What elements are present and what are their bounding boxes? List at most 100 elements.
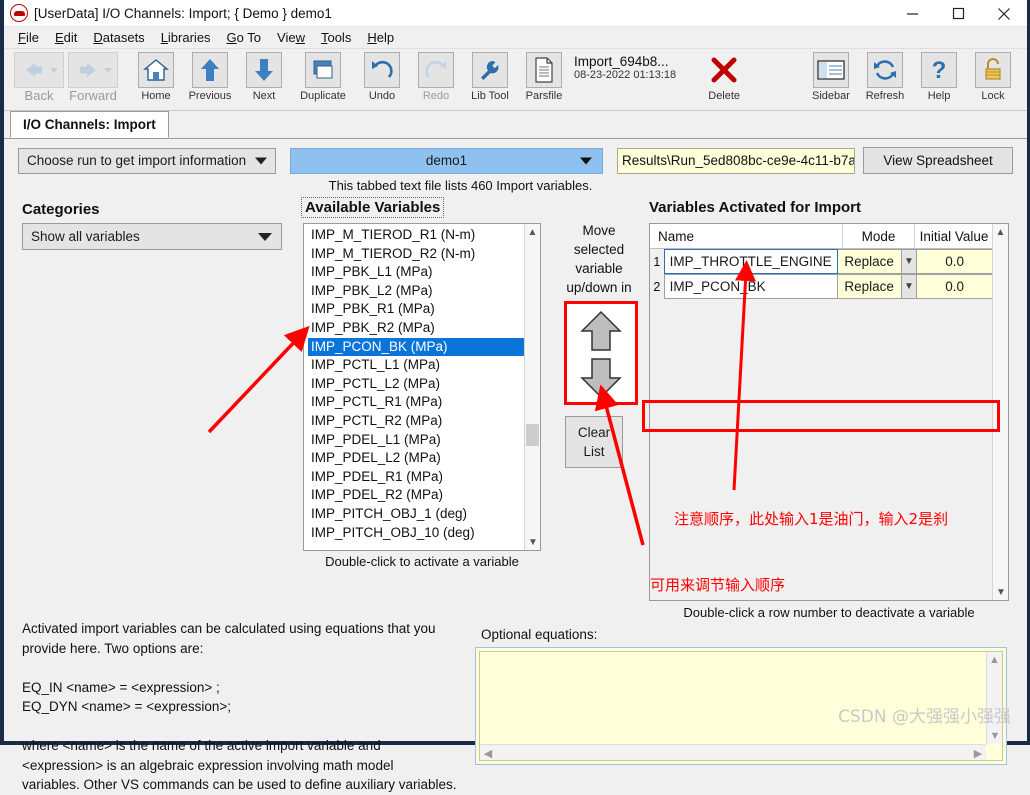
lock-button[interactable]: Lock bbox=[967, 52, 1019, 102]
list-item[interactable]: IMP_PCTL_R1 (MPa) bbox=[308, 393, 540, 412]
undo-label: Undo bbox=[368, 90, 396, 102]
duplicate-label: Duplicate bbox=[300, 90, 346, 102]
list-item[interactable]: IMP_PBK_L1 (MPa) bbox=[308, 263, 540, 282]
application-window: [UserData] I/O Channels: Import; { Demo … bbox=[0, 0, 1030, 792]
list-item[interactable]: IMP_PBK_L2 (MPa) bbox=[308, 282, 540, 301]
cell-name[interactable]: IMP_THROTTLE_ENGINE bbox=[663, 249, 838, 274]
cell-mode[interactable]: Replace bbox=[837, 249, 902, 274]
menu-datasets[interactable]: Datasets bbox=[85, 28, 152, 47]
undo-button[interactable]: Undo bbox=[356, 52, 408, 102]
chevron-down-icon[interactable]: ▼ bbox=[901, 274, 918, 299]
menu-view[interactable]: View bbox=[269, 28, 313, 47]
svg-text:?: ? bbox=[932, 57, 947, 83]
menu-tools[interactable]: Tools bbox=[313, 28, 359, 47]
lock-label: Lock bbox=[981, 90, 1005, 102]
list-item[interactable]: IMP_PDEL_R2 (MPa) bbox=[308, 486, 540, 505]
scroll-down-icon[interactable]: ▼ bbox=[993, 584, 1008, 600]
redo-icon bbox=[418, 52, 454, 88]
menu-file[interactable]: File bbox=[10, 28, 47, 47]
menu-go-to[interactable]: Go To bbox=[219, 28, 269, 47]
menu-bar: File Edit Datasets Libraries Go To View … bbox=[4, 27, 1027, 49]
cell-name[interactable]: IMP_PCON_BK bbox=[663, 274, 838, 299]
menu-help[interactable]: Help bbox=[359, 28, 402, 47]
scrollbar-thumb[interactable] bbox=[526, 424, 539, 446]
back-label: Back bbox=[24, 88, 54, 103]
clear-list-button[interactable]: Clear List bbox=[565, 416, 623, 468]
available-list-scrollbar[interactable]: ▲ ▼ bbox=[524, 224, 540, 550]
redo-button[interactable]: Redo bbox=[410, 52, 462, 102]
table-body: Name Mode Initial Value 1 IMP_THROTTLE_EN… bbox=[650, 224, 993, 299]
delete-button[interactable]: Delete bbox=[698, 52, 750, 102]
sidebar-button[interactable]: Sidebar bbox=[805, 52, 857, 102]
clear-list-label-line2: List bbox=[583, 444, 605, 459]
scroll-up-icon[interactable]: ▲ bbox=[993, 224, 1008, 240]
tab-label: I/O Channels: Import bbox=[23, 117, 156, 132]
forward-button[interactable]: Forward bbox=[66, 52, 120, 103]
table-row[interactable]: 2 IMP_PCON_BK Replace ▼ 0.0 bbox=[650, 274, 993, 299]
results-path-field[interactable]: Results\Run_5ed808bc-ce9e-4c11-b7a bbox=[616, 147, 856, 174]
title-bar: [UserData] I/O Channels: Import; { Demo … bbox=[4, 0, 1027, 27]
list-item[interactable]: IMP_PITCH_OBJ_10 (deg) bbox=[308, 524, 540, 543]
watermark: CSDN @大强强小强强 bbox=[838, 707, 1011, 727]
row-number[interactable]: 1 bbox=[650, 249, 664, 274]
dataset-dropdown[interactable]: demo1 bbox=[289, 147, 603, 174]
activated-variables-table[interactable]: Name Mode Initial Value 1 IMP_THROTTLE_EN… bbox=[649, 223, 1009, 601]
table-row[interactable]: 1 IMP_THROTTLE_ENGINE Replace ▼ 0.0 bbox=[650, 249, 993, 274]
help-button[interactable]: ? Help bbox=[913, 52, 965, 102]
padlock-icon bbox=[975, 52, 1011, 88]
list-item[interactable]: IMP_PBK_R1 (MPa) bbox=[308, 300, 540, 319]
move-up-button[interactable] bbox=[579, 309, 623, 356]
home-button[interactable]: Home bbox=[130, 52, 182, 102]
move-down-button[interactable] bbox=[579, 356, 623, 403]
duplicate-button[interactable]: Duplicate bbox=[292, 52, 354, 102]
refresh-icon bbox=[867, 52, 903, 88]
categories-dropdown[interactable]: Show all variables bbox=[22, 223, 282, 250]
parsfile-info: Import_694b8... 08-23-2022 01:13:18 bbox=[574, 54, 676, 81]
list-item[interactable]: IMP_PCON_BK (MPa) bbox=[308, 337, 540, 357]
list-item[interactable]: IMP_PDEL_L2 (MPa) bbox=[308, 449, 540, 468]
list-item[interactable]: IMP_PCTL_R2 (MPa) bbox=[308, 412, 540, 431]
menu-libraries[interactable]: Libraries bbox=[153, 28, 219, 47]
available-variables-list[interactable]: IMP_M_TIEROD_R1 (N-m) IMP_M_TIEROD_R2 (N-… bbox=[303, 223, 541, 551]
row-number[interactable]: 2 bbox=[650, 274, 664, 299]
chevron-down-icon bbox=[579, 157, 592, 164]
previous-label: Previous bbox=[188, 90, 232, 102]
parsfile-button[interactable]: Parsfile bbox=[518, 52, 570, 102]
move-buttons-group bbox=[564, 301, 638, 405]
equations-horizontal-scrollbar[interactable]: ◀ ▶ bbox=[480, 744, 986, 760]
tab-io-channels-import[interactable]: I/O Channels: Import bbox=[10, 111, 169, 138]
list-item[interactable]: IMP_M_TIEROD_R2 (N-m) bbox=[308, 245, 540, 264]
maximize-button[interactable] bbox=[935, 0, 981, 27]
list-item[interactable]: IMP_PDEL_L1 (MPa) bbox=[308, 431, 540, 450]
run-chooser-dropdown[interactable]: Choose run to get import information bbox=[18, 147, 276, 174]
lib-tool-button[interactable]: Lib Tool bbox=[464, 52, 516, 102]
wrench-icon bbox=[472, 52, 508, 88]
next-button[interactable]: Next bbox=[238, 52, 290, 102]
chevron-down-icon[interactable]: ▼ bbox=[901, 249, 918, 274]
available-variables-items: IMP_M_TIEROD_R1 (N-m) IMP_M_TIEROD_R2 (N-… bbox=[304, 224, 540, 542]
chevron-down-icon bbox=[254, 157, 267, 164]
back-button[interactable]: Back bbox=[12, 52, 66, 103]
scroll-up-icon[interactable]: ▲ bbox=[525, 224, 540, 240]
activated-table-scrollbar[interactable]: ▲ ▼ bbox=[992, 224, 1008, 600]
list-item[interactable]: IMP_PCTL_L1 (MPa) bbox=[308, 356, 540, 375]
window-title: [UserData] I/O Channels: Import; { Demo … bbox=[34, 5, 332, 21]
refresh-button[interactable]: Refresh bbox=[859, 52, 911, 102]
list-item[interactable]: IMP_M_TIEROD_R1 (N-m) bbox=[308, 226, 540, 245]
redo-label: Redo bbox=[422, 90, 450, 102]
scroll-down-icon[interactable]: ▼ bbox=[525, 534, 540, 550]
list-item[interactable]: IMP_PBK_R2 (MPa) bbox=[308, 319, 540, 338]
list-item[interactable]: IMP_PITCH_OBJ_1 (deg) bbox=[308, 505, 540, 524]
equations-vertical-scrollbar[interactable]: ▲ ▼ bbox=[986, 652, 1002, 744]
cell-initial-value[interactable]: 0.0 bbox=[917, 249, 993, 274]
cell-mode[interactable]: Replace bbox=[837, 274, 902, 299]
list-item[interactable]: IMP_PCTL_L2 (MPa) bbox=[308, 375, 540, 394]
selector-row: Choose run to get import information dem… bbox=[4, 139, 1027, 174]
menu-edit[interactable]: Edit bbox=[47, 28, 85, 47]
view-spreadsheet-button[interactable]: View Spreadsheet bbox=[863, 147, 1013, 174]
previous-button[interactable]: Previous bbox=[184, 52, 236, 102]
list-item[interactable]: IMP_PDEL_R1 (MPa) bbox=[308, 468, 540, 487]
close-button[interactable] bbox=[981, 0, 1027, 27]
cell-initial-value[interactable]: 0.0 bbox=[917, 274, 993, 299]
minimize-button[interactable] bbox=[889, 0, 935, 27]
